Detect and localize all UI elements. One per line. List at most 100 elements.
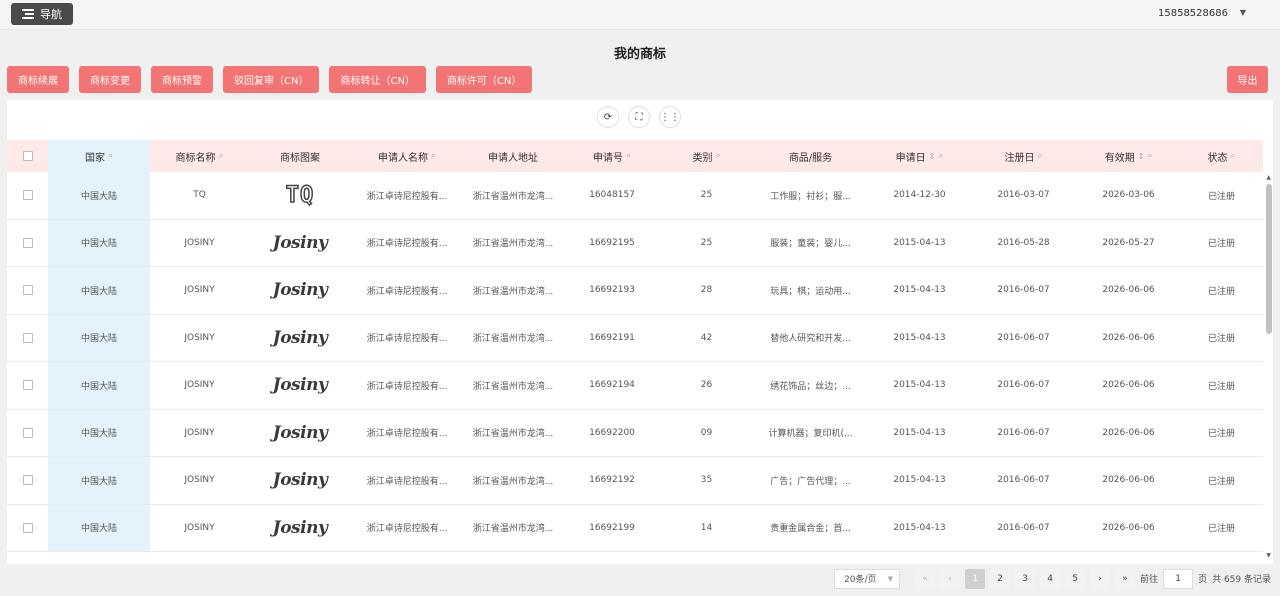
cell-status: 已注册 [1207,191,1235,202]
cell-reg-date: 2016-06-07 [997,427,1050,438]
goto-page-input[interactable] [1163,568,1194,589]
table-panel: ⟳ ⛶ ⋮⋮ 国家 ⌕ 商标名称 ⌕ 商标图案 申请人名称 ⌕ 申请人地址 申请号 ⌕ … [7,100,1273,564]
cell-app-no: 16692200 [589,427,635,438]
column-header-name[interactable]: 商标名称 ⌕ [150,140,249,172]
cell-applicant: 浙江卓诗尼控股有... [366,476,448,487]
nav-menu-button[interactable]: 导航 [11,3,73,25]
menu-icon [22,9,34,19]
row-checkbox[interactable] [7,172,48,219]
columns-grid-icon[interactable]: ⋮⋮ [659,106,681,128]
table-row[interactable]: 中国大陆 JOSINY Josiny 浙江卓诗尼控股有... 浙江省温州市龙湾... 16… [7,314,1263,362]
table-row[interactable]: 中国大陆 JOSINY Josiny 浙江卓诗尼控股有... 浙江省温州市龙湾... 16… [7,362,1263,410]
row-checkbox[interactable] [7,362,48,409]
table-row[interactable]: 中国大陆 TQ TQ 浙江卓诗尼控股有... 浙江省温州市龙湾... 16048157 25… [7,172,1263,220]
column-header-country[interactable]: 国家 ⌕ [48,140,150,172]
change-button[interactable]: 商标变更 [79,66,141,93]
table-row[interactable]: 中国大陆 JOSINY Josiny 浙江卓诗尼控股有... 浙江省温州市龙湾... 16… [7,219,1263,267]
row-checkbox[interactable] [7,267,48,314]
table-row[interactable]: 中国大陆 JOSINY Josiny 浙江卓诗尼控股有... 浙江省温州市龙湾... 16… [7,504,1263,552]
search-icon: ⌕ [625,151,632,161]
table-row[interactable]: 中国大陆 JOSINY Josiny 浙江卓诗尼控股有... 浙江省温州市龙湾... 16… [7,267,1263,315]
cell-name: TQ [193,190,206,201]
column-header-class[interactable]: 类别 ⌕ [661,140,752,172]
warning-button[interactable]: 商标预警 [151,66,213,93]
cell-expiry: 2026-05-27 [1102,237,1155,248]
column-header-apply-date[interactable]: 申请日 ⇕ ⌕ [869,140,970,172]
page-button-2[interactable]: 2 [990,568,1011,589]
prev-page-button[interactable]: ‹ [940,568,961,589]
cell-goods: 绣花饰品；丝边；... [770,381,851,392]
column-header-status[interactable]: 状态 ⌕ [1180,140,1263,172]
cell-country: 中国大陆 [48,314,150,361]
page-button-3[interactable]: 3 [1015,568,1036,589]
cell-class: 26 [700,380,713,391]
last-page-button[interactable]: » [1115,568,1136,589]
refresh-icon[interactable]: ⟳ [597,106,619,128]
cell-class: 28 [700,285,713,296]
select-all-checkbox[interactable] [7,140,48,172]
action-button-row: 商标续展 商标变更 商标预警 驳回复审（CN） 商标转让（CN） 商标许可（CN… [7,66,533,94]
cell-address: 浙江省温州市龙湾... [472,286,554,297]
cell-logo: Josiny [249,220,351,267]
page-button-4[interactable]: 4 [1040,568,1061,589]
cell-country: 中国大陆 [48,409,150,456]
first-page-button[interactable]: « [915,568,936,589]
cell-country: 中国大陆 [48,457,150,504]
review-button[interactable]: 驳回复审（CN） [223,66,320,93]
cell-logo: Josiny [249,267,351,314]
cell-country: 中国大陆 [48,504,150,551]
caret-down-icon[interactable]: ▼ [1240,8,1246,17]
row-checkbox[interactable] [7,505,48,552]
sort-icon: ⇕ [928,151,936,161]
row-checkbox[interactable] [7,457,48,504]
page-title: 我的商标 [613,47,666,62]
cell-country: 中国大陆 [48,219,150,266]
cell-status: 已注册 [1207,334,1235,345]
column-header-expiry[interactable]: 有效期 ⇕ ⌕ [1077,140,1180,172]
cell-applicant: 浙江卓诗尼控股有... [366,524,448,535]
table-row[interactable]: 中国大陆 JOSINY Josiny 浙江卓诗尼控股有... 浙江省温州市龙湾... 16… [7,457,1263,505]
cell-address: 浙江省温州市龙湾... [472,191,554,202]
cell-address: 浙江省温州市龙湾... [472,334,554,345]
trademark-logo: Josiny [272,280,328,301]
trademark-logo: Josiny [272,232,328,253]
cell-apply-date: 2015-04-13 [893,427,946,438]
license-button[interactable]: 商标许可（CN） [435,66,533,93]
transfer-button[interactable]: 商标转让（CN） [329,66,426,93]
column-header-applicant[interactable]: 申请人名称 ⌕ [351,140,463,172]
row-checkbox[interactable] [7,410,48,457]
page-button-1[interactable]: 1 [965,568,986,589]
trademark-logo: Josiny [272,422,328,443]
cell-goods: 广告；广告代理；... [770,476,851,487]
scroll-up-icon[interactable]: ▲ [1266,174,1271,181]
fullscreen-icon[interactable]: ⛶ [628,106,650,128]
column-header-reg-date[interactable]: 注册日 ⌕ [970,140,1077,172]
cell-address: 浙江省温州市龙湾... [472,476,554,487]
cell-country: 中国大陆 [48,267,150,314]
cell-name: JOSINY [184,380,215,391]
cell-expiry: 2026-03-06 [1102,190,1155,201]
cell-goods: 服装；童装；婴儿... [770,239,851,250]
renewal-button[interactable]: 商标续展 [7,66,69,93]
scroll-down-icon[interactable]: ▼ [1266,552,1271,559]
row-checkbox[interactable] [7,220,48,267]
cell-logo: Josiny [249,315,351,362]
search-icon: ⌕ [1147,151,1153,161]
cell-address: 浙江省温州市龙湾... [472,524,554,535]
trademark-logo: TQ [285,182,315,209]
cell-address: 浙江省温州市龙湾... [472,429,554,440]
column-header-app-no[interactable]: 申请号 ⌕ [563,140,661,172]
cell-expiry: 2026-06-06 [1102,285,1155,296]
cell-country: 中国大陆 [48,172,150,219]
user-account[interactable]: 15858528686 [1158,8,1228,19]
export-button[interactable]: 导出 [1227,66,1268,93]
table-row[interactable]: 中国大陆 JOSINY Josiny 浙江卓诗尼控股有... 浙江省温州市龙湾... 16… [7,409,1263,457]
cell-apply-date: 2015-04-13 [893,237,946,248]
row-checkbox[interactable] [7,315,48,362]
vertical-scrollbar[interactable] [1265,182,1273,562]
cell-goods: 贵重金属合金；首... [770,524,851,535]
page-button-5[interactable]: 5 [1065,568,1086,589]
page-size-select[interactable]: 20条/页 ▼ [834,568,901,589]
next-page-button[interactable]: › [1090,568,1111,589]
cell-status: 已注册 [1207,476,1235,487]
